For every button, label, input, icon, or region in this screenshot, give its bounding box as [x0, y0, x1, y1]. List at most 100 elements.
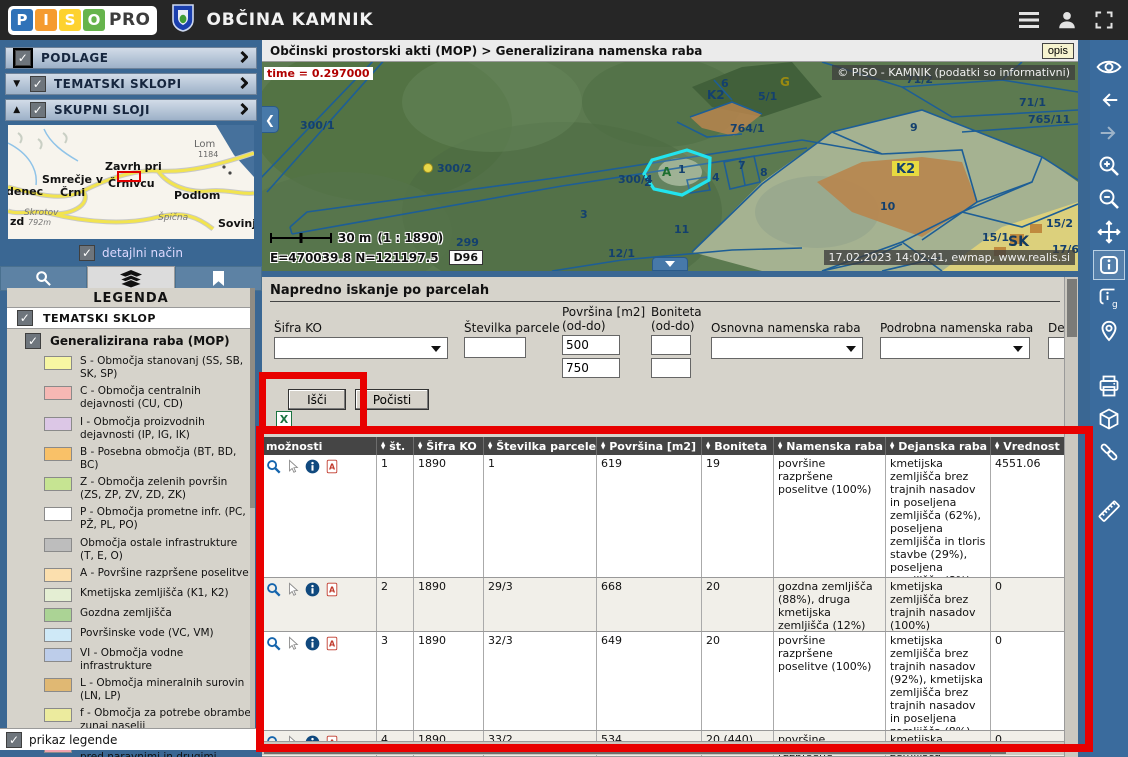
export-excel-icon[interactable]: X — [276, 411, 292, 431]
parcel-info-icon[interactable] — [305, 636, 320, 651]
povrsina-label: Površina [m2] — [562, 305, 645, 319]
opis-button[interactable]: opis — [1042, 43, 1074, 59]
zoom-to-parcel-icon[interactable] — [266, 636, 281, 651]
col-header-boniteta[interactable]: Boniteta — [702, 437, 774, 455]
info-icon — [1097, 253, 1121, 277]
search-button[interactable]: Išči — [288, 389, 346, 410]
podrobna-namenska-select[interactable] — [880, 337, 1030, 359]
skupni-checkbox[interactable] — [30, 102, 46, 118]
legend-group-row[interactable]: Generalizirana raba (MOP) — [7, 329, 255, 353]
tematski-checkbox[interactable] — [30, 76, 46, 92]
3d-view-button[interactable] — [1093, 404, 1125, 434]
zoom-out-button[interactable] — [1093, 184, 1125, 214]
eye-icon — [1096, 56, 1122, 78]
legend-swatch — [44, 588, 72, 602]
menu-icon[interactable] — [1018, 11, 1040, 29]
svg-text:1: 1 — [678, 163, 686, 176]
select-parcel-cursor-icon[interactable] — [286, 582, 300, 597]
sort-icon — [706, 442, 710, 450]
locate-button[interactable] — [1093, 316, 1125, 346]
zoom-in-button[interactable] — [1093, 151, 1125, 181]
legend-swatch — [44, 708, 72, 722]
overview-minimap[interactable]: Lom 1184 Smrečje v Črni Zavrh pri Črnivc… — [8, 125, 254, 239]
cell-st: 1 — [377, 455, 414, 577]
zoom-to-parcel-icon[interactable] — [266, 582, 281, 597]
detail-mode-checkbox[interactable] — [79, 245, 95, 261]
select-parcel-cursor-icon[interactable] — [286, 459, 300, 474]
logo-letter: P — [11, 9, 33, 31]
podlage-checkbox[interactable] — [15, 50, 31, 66]
print-button[interactable] — [1093, 371, 1125, 401]
measure-button[interactable] — [1093, 496, 1125, 526]
group-info-tool-button[interactable]: g — [1093, 283, 1125, 313]
table-row: A 2 1890 29/3 668 20 gozdna zemljišča (8… — [262, 578, 1064, 632]
triangle-down-icon[interactable]: ▼ — [10, 79, 24, 89]
cell-povrsina: 649 — [597, 632, 702, 730]
zoom-to-parcel-icon[interactable] — [266, 459, 281, 474]
identify-view-button[interactable] — [1093, 52, 1125, 82]
col-header-st[interactable]: št. — [377, 437, 414, 455]
accordion-tematski-sklopi[interactable]: ▼ TEMATSKI SKLOPI — [5, 73, 257, 95]
col-header-stevilka-parcele[interactable]: Številka parcele — [484, 437, 597, 455]
parcel-info-icon[interactable] — [305, 582, 320, 597]
table-horizontal-scrollbar[interactable] — [262, 741, 1064, 755]
sifra-ko-select[interactable] — [274, 337, 448, 359]
bookmark-icon — [212, 270, 225, 287]
legend-scrollbar[interactable] — [250, 288, 255, 750]
cell-vrednost: 0 — [991, 578, 1064, 631]
accordion-skupni-sloji[interactable]: ▲ SKUPNI SLOJI — [5, 99, 257, 121]
legend-item: C - Območja centralnih dejavnosti (CU, C… — [7, 383, 255, 413]
boniteta-do-input[interactable] — [651, 358, 691, 378]
prikaz-legende-checkbox[interactable] — [6, 732, 22, 748]
cell-boniteta: 20 — [702, 632, 774, 730]
user-icon[interactable] — [1056, 9, 1078, 31]
col-header-dejanska-raba[interactable]: Dejanska raba — [886, 437, 991, 455]
legend-tematski-sklop-row[interactable]: TEMATSKI SKLOP — [7, 307, 255, 329]
boniteta-od-input[interactable] — [651, 335, 691, 355]
prikaz-legende-label: prikaz legende — [29, 733, 117, 747]
cell-sifra-ko: 1890 — [414, 455, 484, 577]
legend-item: Površinske vode (VC, VM) — [7, 625, 255, 645]
pdf-icon[interactable]: A — [325, 636, 339, 651]
cell-sifra-ko: 1890 — [414, 578, 484, 631]
sort-icon — [488, 442, 492, 450]
map-copyright: © PISO - KAMNIK (podatki so informativni… — [832, 65, 1075, 80]
col-header-vrednost[interactable]: Vrednost [ — [991, 437, 1064, 455]
map-expand-down-button[interactable] — [652, 257, 688, 271]
share-link-button[interactable] — [1093, 437, 1125, 467]
legend-swatch — [44, 608, 72, 622]
stevilka-parcele-input[interactable] — [464, 337, 526, 358]
povrsina-do-input[interactable] — [562, 358, 620, 378]
osnovna-namenska-select[interactable] — [711, 337, 863, 359]
svg-text:A: A — [329, 463, 336, 472]
legend-group-label: Generalizirana raba (MOP) — [50, 334, 230, 348]
parcel-info-icon[interactable] — [305, 459, 320, 474]
svg-text:K2: K2 — [707, 88, 725, 102]
previous-view-button[interactable] — [1093, 85, 1125, 115]
tematski-sklop-checkbox[interactable] — [17, 310, 33, 326]
svg-text:Lom: Lom — [194, 139, 215, 150]
map-canvas[interactable]: 300/1 300/2 300/4 A 1 2 3 299 12/1 11 6 … — [262, 62, 1078, 271]
svg-text:A: A — [329, 586, 336, 595]
panel-vertical-scrollbar[interactable] — [1064, 277, 1078, 757]
triangle-up-icon[interactable]: ▲ — [10, 105, 24, 115]
fullscreen-icon[interactable] — [1094, 10, 1114, 30]
col-header-namenska-raba[interactable]: Namenska raba — [774, 437, 886, 455]
povrsina-od-input[interactable] — [562, 335, 620, 355]
legend-item-label: B - Posebna območja (BT, BD, BC) — [80, 446, 251, 472]
sidebar-collapse-button[interactable]: ❮ — [262, 106, 279, 133]
pan-button[interactable] — [1093, 217, 1125, 247]
next-view-button[interactable] — [1093, 118, 1125, 148]
cube-3d-icon — [1097, 407, 1121, 431]
clear-button[interactable]: Počisti — [355, 389, 429, 410]
pdf-icon[interactable]: A — [325, 459, 339, 474]
col-header-sifra-ko[interactable]: Šifra KO — [414, 437, 484, 455]
piso-logo[interactable]: P I S O PRO — [8, 6, 157, 35]
accordion-podlage[interactable]: PODLAGE — [5, 47, 257, 69]
pdf-icon[interactable]: A — [325, 582, 339, 597]
info-tool-button[interactable] — [1093, 250, 1125, 280]
generalizirana-raba-checkbox[interactable] — [25, 333, 41, 349]
scale-label: 30 m — [338, 231, 371, 245]
col-header-povrsina[interactable]: Površina [m2] — [597, 437, 702, 455]
select-parcel-cursor-icon[interactable] — [286, 636, 300, 651]
